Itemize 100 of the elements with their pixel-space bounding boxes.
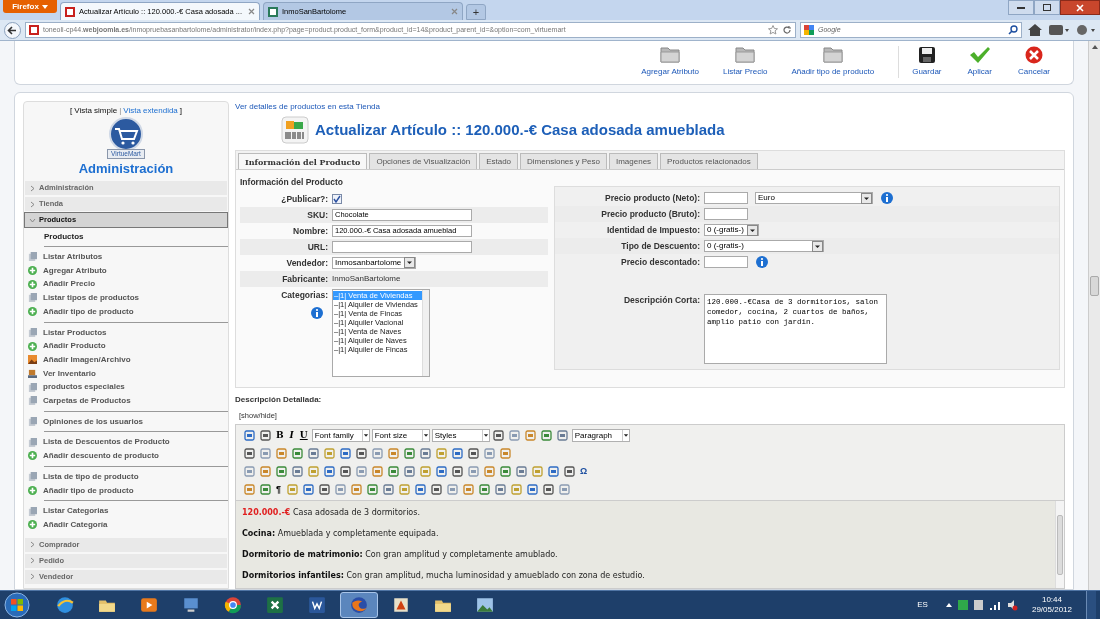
sidebar-item[interactable]: Añadir Imagen/Archivo <box>28 352 228 367</box>
currency-select[interactable]: Euro <box>755 192 873 204</box>
store-details-link[interactable]: Ver detalles de productos en esta Tienda <box>235 101 1065 113</box>
underline-button[interactable]: U <box>297 430 310 441</box>
tool-icon[interactable] <box>435 466 447 477</box>
back-button[interactable] <box>4 21 21 39</box>
tool-icon[interactable] <box>467 448 479 459</box>
sidebar-item[interactable]: Añadir tipo de producto <box>28 483 228 498</box>
special-character-button[interactable]: Ω <box>578 466 590 477</box>
info-icon[interactable] <box>311 306 323 319</box>
sidebar-subheader[interactable]: Productos <box>24 228 228 246</box>
paragraph-mark-button[interactable]: ¶ <box>274 484 283 495</box>
sidebar-item[interactable]: Lista de tipo de producto <box>28 469 228 484</box>
toolbar-button[interactable]: Guardar <box>898 46 955 78</box>
start-button[interactable] <box>4 592 30 618</box>
tool-icon[interactable] <box>403 466 415 477</box>
sidebar-item[interactable]: Listar Atributos <box>28 250 228 264</box>
toolbar-button[interactable]: Agregar Atributo <box>629 44 711 78</box>
close-icon[interactable] <box>451 8 458 15</box>
form-tab[interactable]: Opciones de Visualización <box>369 153 478 169</box>
new-tab-button[interactable]: + <box>466 4 486 20</box>
sidebar-item[interactable]: Añadir Producto <box>28 339 228 353</box>
sidebar-item[interactable]: productos especiales <box>28 380 228 395</box>
editor-dropdown[interactable]: Styles <box>431 429 490 442</box>
price-field[interactable] <box>704 192 748 204</box>
tool-icon[interactable] <box>307 448 319 459</box>
editor-dropdown[interactable]: Paragraph <box>571 429 630 442</box>
toolbar-button[interactable]: Aplicar <box>954 46 1005 78</box>
sidebar-item[interactable]: Carpetas de Productos <box>28 394 228 408</box>
form-tab[interactable]: Productos relacionados <box>660 153 758 169</box>
form-tab[interactable]: Imagenes <box>608 153 659 169</box>
reload-icon[interactable] <box>782 25 792 35</box>
sidebar-item[interactable]: Ver Inventario <box>28 366 228 381</box>
sidebar-item[interactable]: Añadir Categoría <box>28 517 228 532</box>
tool-icon[interactable] <box>419 448 431 459</box>
vendor-select[interactable]: Inmosanbartolome <box>332 256 417 269</box>
search-icon[interactable] <box>1008 25 1018 35</box>
tool-icon[interactable] <box>430 484 442 495</box>
clock-time[interactable]: 10:44 <box>1041 595 1062 605</box>
toolbar-button[interactable]: Listar Precio <box>710 44 780 78</box>
dropdown-select[interactable]: 0 (-gratis-) <box>704 240 824 252</box>
tool-icon[interactable] <box>323 466 335 477</box>
sidebar-item[interactable]: Agregar Atributo <box>28 263 228 278</box>
tool-icon[interactable] <box>451 466 463 477</box>
form-tab[interactable]: Información del Producto <box>238 153 368 169</box>
italic-button[interactable]: I <box>287 430 296 441</box>
tool-icon[interactable] <box>339 466 351 477</box>
tool-icon[interactable] <box>366 484 378 495</box>
info-icon[interactable] <box>756 256 768 268</box>
scrollbar[interactable] <box>1055 501 1064 588</box>
price-field[interactable] <box>704 256 748 268</box>
tool-icon[interactable] <box>339 448 351 459</box>
publish-checkbox[interactable] <box>332 193 342 204</box>
language-indicator[interactable]: ES <box>917 599 928 611</box>
tool-icon[interactable] <box>526 484 538 495</box>
minimize-button[interactable] <box>1008 0 1034 15</box>
clock-date[interactable]: 29/05/2012 <box>1031 605 1072 615</box>
price-field[interactable] <box>704 208 748 220</box>
tool-icon[interactable] <box>318 484 330 495</box>
sidebar-item[interactable]: Añadir Precio <box>28 277 228 292</box>
tool-icon[interactable] <box>259 484 271 495</box>
tool-icon[interactable] <box>451 448 463 459</box>
editor-content[interactable] <box>236 501 1055 588</box>
sidebar-item[interactable]: Opiniones de los usuarios <box>28 414 228 429</box>
tool-icon[interactable] <box>243 448 255 459</box>
scroll-thumb[interactable] <box>1057 515 1063 575</box>
form-tab[interactable]: Estado <box>479 153 519 169</box>
sidebar-item[interactable]: Listar tipos de productos <box>28 291 228 305</box>
view-mode-link[interactable]: Vista extendida <box>123 105 178 117</box>
info-icon[interactable] <box>881 192 893 204</box>
tool-icon[interactable] <box>403 448 415 459</box>
tool-icon[interactable] <box>414 484 426 495</box>
tray-icons-drawing[interactable] <box>943 599 1018 611</box>
tool-icon[interactable] <box>302 484 314 495</box>
close-icon[interactable] <box>248 8 255 15</box>
tool-icon[interactable] <box>547 466 559 477</box>
page-scrollbar[interactable] <box>1088 41 1100 590</box>
tool-icon[interactable] <box>355 448 367 459</box>
tool-icon[interactable] <box>563 466 575 477</box>
form-tab[interactable]: Dimensiones y Peso <box>520 153 607 169</box>
tool-icon[interactable] <box>291 448 303 459</box>
tool-icon[interactable] <box>291 466 303 477</box>
home-icon[interactable] <box>1026 23 1044 37</box>
scroll-thumb[interactable] <box>1090 276 1099 296</box>
addons-icon[interactable] <box>1048 23 1070 37</box>
tool-icon[interactable] <box>557 430 569 441</box>
sidebar-item[interactable]: Listar Categorias <box>28 504 228 518</box>
tool-icon[interactable] <box>387 466 399 477</box>
tool-icon[interactable] <box>499 466 511 477</box>
scrollbar[interactable] <box>422 289 429 376</box>
tool-icon[interactable] <box>382 484 394 495</box>
tool-icon[interactable] <box>541 430 553 441</box>
show-desktop-button[interactable] <box>1086 591 1096 619</box>
editor-dropdown[interactable]: Font family <box>311 429 370 442</box>
taskbar-app[interactable] <box>340 592 378 618</box>
close-window-button[interactable] <box>1060 0 1100 15</box>
tool-icon[interactable] <box>478 484 490 495</box>
sidebar-item[interactable]: Añadir descuento de producto <box>28 449 228 463</box>
editor-dropdown[interactable]: Font size <box>371 429 430 442</box>
dropdown-select[interactable]: 0 (-gratis-) <box>704 224 759 236</box>
